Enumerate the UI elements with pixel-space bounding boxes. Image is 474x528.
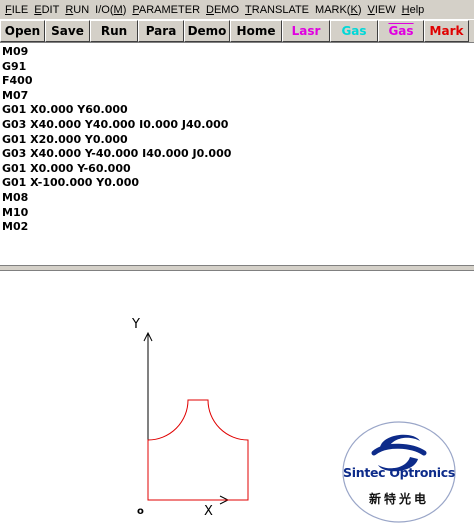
toolpath — [147, 399, 249, 501]
laser-button[interactable]: Lasr — [282, 20, 330, 42]
menu-label: I/O( — [95, 3, 114, 16]
menu-item[interactable]: MARK(K) — [312, 4, 364, 16]
code-line: M10 — [2, 205, 29, 219]
toolpath-preview: Y X o Sintec Optronics 新特光电 — [0, 271, 474, 528]
open-button[interactable]: Open — [0, 20, 45, 42]
y-axis-label: Y — [131, 317, 140, 332]
gas-toggle-button[interactable]: Gas — [378, 20, 424, 42]
code-line: F400 — [2, 74, 33, 88]
menu-mnemonic: D — [206, 3, 214, 16]
menu-item[interactable]: VIEW — [365, 4, 399, 16]
code-line: G01 X0.000 Y-60.000 — [2, 161, 131, 175]
code-line: G01 X0.000 Y60.000 — [2, 103, 128, 117]
menu-item[interactable]: I/O(M) — [92, 4, 129, 16]
menu-label: RANSLATE — [251, 3, 310, 16]
menu-item[interactable]: FILE — [2, 4, 31, 16]
code-line: G91 — [2, 59, 27, 73]
menu-mnemonic: K — [350, 3, 358, 16]
menu-mnemonic: E — [34, 3, 42, 16]
code-line: M09 — [2, 45, 29, 58]
menu-label: ) — [357, 3, 362, 16]
run-button[interactable]: Run — [90, 20, 138, 42]
menu-bar: FILE EDIT RUN I/O(M) PARAMETER DEMO TRANSLATE M… — [0, 0, 474, 19]
menu-label: ) — [122, 3, 127, 16]
menu-label: IEW — [374, 3, 396, 16]
code-line: G01 X20.000 Y0.000 — [2, 132, 128, 146]
code-line: M02 — [2, 220, 29, 234]
menu-mnemonic: M — [113, 3, 123, 16]
menu-label: MARK( — [315, 3, 351, 16]
menu-label: ILE — [11, 3, 29, 16]
menu-mnemonic: H — [401, 3, 410, 16]
gas-toggle-label: Gas — [388, 24, 414, 38]
menu-item[interactable]: Help — [399, 4, 428, 16]
logo-text: Sintec Optronics — [343, 465, 455, 480]
logo-subtext: 新特光电 — [368, 492, 429, 506]
mark-button[interactable]: Mark — [424, 20, 469, 42]
toolbar: Open Save Run Para Demo Home Lasr Gas Ga… — [0, 19, 474, 43]
menu-mnemonic: F — [5, 3, 12, 16]
menu-item[interactable]: DEMO — [203, 4, 242, 16]
sintec-logo: Sintec Optronics 新特光电 — [340, 419, 458, 525]
gcode-editor[interactable]: M09 G91 F400 M07 G01 X0.000 Y60.000 G03 X40.0… — [0, 43, 474, 264]
menu-label: EMO — [213, 3, 240, 16]
para-button[interactable]: Para — [138, 20, 184, 42]
save-button[interactable]: Save — [45, 20, 90, 42]
x-axis-label: X — [204, 504, 213, 519]
menu-label: elp — [409, 3, 425, 16]
home-button[interactable]: Home — [230, 20, 282, 42]
gas-button[interactable]: Gas — [330, 20, 378, 42]
demo-button[interactable]: Demo — [184, 20, 230, 42]
menu-label: DIT — [41, 3, 60, 16]
code-line: M07 — [2, 88, 29, 102]
code-line: G03 X40.000 Y-40.000 I40.000 J0.000 — [2, 147, 232, 161]
origin-label: o — [137, 506, 144, 517]
menu-mnemonic: V — [367, 3, 375, 16]
menu-mnemonic: T — [245, 3, 252, 16]
code-line: M08 — [2, 190, 29, 204]
menu-label: ARAMETER — [138, 3, 201, 16]
menu-item[interactable]: EDIT — [31, 4, 62, 16]
code-line: G03 X40.000 Y40.000 I0.000 J40.000 — [2, 117, 229, 131]
menu-item[interactable]: PARAMETER — [129, 4, 203, 16]
menu-item[interactable]: TRANSLATE — [242, 4, 312, 16]
menu-item[interactable]: RUN — [62, 4, 92, 16]
code-line: G01 X-100.000 Y0.000 — [2, 176, 140, 190]
menu-label: UN — [73, 3, 90, 16]
